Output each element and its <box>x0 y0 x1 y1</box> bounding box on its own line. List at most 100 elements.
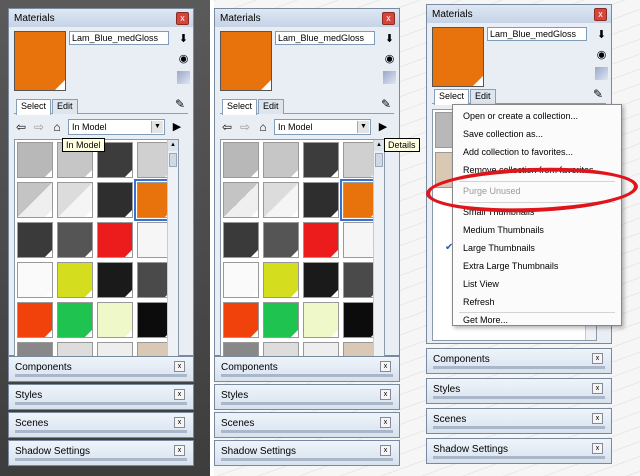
tray-toggle-icon[interactable]: x <box>174 445 185 456</box>
scroll-thumb[interactable] <box>169 153 177 167</box>
menu-item-refresh[interactable]: Refresh <box>453 293 621 311</box>
tab-select[interactable]: Select <box>434 89 470 105</box>
forward-arrow-icon[interactable]: ⇨ <box>32 119 46 135</box>
material-swatch[interactable] <box>223 142 259 178</box>
home-icon[interactable]: ⌂ <box>256 119 270 135</box>
tray-scenes[interactable]: Scenes x <box>8 412 194 438</box>
eyedropper-icon[interactable]: ✎ <box>381 97 391 111</box>
tray-scenes[interactable]: Scenes x <box>426 408 612 434</box>
material-swatch[interactable] <box>303 302 339 338</box>
menu-item-save-collection[interactable]: Save collection as... <box>453 125 621 143</box>
tray-toggle-icon[interactable]: x <box>174 389 185 400</box>
tray-toggle-icon[interactable]: x <box>174 361 185 372</box>
tray-styles[interactable]: Styles x <box>214 384 400 410</box>
home-icon[interactable]: ⌂ <box>50 119 64 135</box>
tab-select[interactable]: Select <box>16 99 52 115</box>
material-swatch[interactable] <box>263 142 299 178</box>
material-swatch[interactable] <box>97 302 133 338</box>
material-swatch[interactable] <box>17 302 53 338</box>
menu-item-list-view[interactable]: List View <box>453 275 621 293</box>
tray-toggle-icon[interactable]: x <box>380 417 391 428</box>
material-swatch[interactable] <box>303 222 339 258</box>
material-swatch[interactable] <box>223 302 259 338</box>
tray-shadow-settings[interactable]: Shadow Settings x <box>426 438 612 464</box>
material-name-field[interactable]: Lam_Blue_medGloss <box>69 31 169 45</box>
tray-toggle-icon[interactable]: x <box>592 353 603 364</box>
details-arrow-icon[interactable]: ▶ <box>376 119 390 135</box>
tray-toggle-icon[interactable]: x <box>592 443 603 454</box>
material-swatch[interactable] <box>263 262 299 298</box>
menu-item-extra-large-thumbnails[interactable]: Extra Large Thumbnails <box>453 257 621 275</box>
tab-edit[interactable]: Edit <box>52 99 78 114</box>
collection-select[interactable]: In Model ▼ <box>274 119 371 135</box>
material-swatch[interactable] <box>57 222 93 258</box>
details-arrow-icon[interactable]: ▶ <box>170 119 184 135</box>
collection-select[interactable]: In Model ▼ <box>68 119 165 135</box>
close-button[interactable]: x <box>594 7 607 21</box>
sample-paint-icon[interactable] <box>595 67 608 80</box>
scroll-up-icon[interactable]: ▲ <box>168 140 178 151</box>
material-swatch[interactable] <box>263 182 299 218</box>
close-button[interactable]: x <box>382 11 395 25</box>
tab-select[interactable]: Select <box>222 99 258 115</box>
material-swatch[interactable] <box>223 182 259 218</box>
material-swatch[interactable] <box>223 222 259 258</box>
create-material-icon[interactable]: ⬇ <box>177 33 190 46</box>
back-arrow-icon[interactable]: ⇦ <box>220 119 234 135</box>
default-material-icon[interactable]: ◉ <box>383 53 396 66</box>
close-button[interactable]: x <box>176 11 189 25</box>
eyedropper-icon[interactable]: ✎ <box>593 87 603 101</box>
tray-toggle-icon[interactable]: x <box>592 413 603 424</box>
tray-styles[interactable]: Styles x <box>8 384 194 410</box>
tray-toggle-icon[interactable]: x <box>380 389 391 400</box>
menu-item-medium-thumbnails[interactable]: Medium Thumbnails <box>453 221 621 239</box>
material-swatch[interactable] <box>57 182 93 218</box>
material-swatch[interactable] <box>303 262 339 298</box>
default-material-icon[interactable]: ◉ <box>595 49 608 62</box>
tray-toggle-icon[interactable]: x <box>174 417 185 428</box>
tray-shadow-settings[interactable]: Shadow Settings x <box>214 440 400 466</box>
create-material-icon[interactable]: ⬇ <box>595 29 608 42</box>
material-swatch[interactable] <box>57 302 93 338</box>
sample-paint-icon[interactable] <box>177 71 190 84</box>
tray-toggle-icon[interactable]: x <box>380 445 391 456</box>
material-name-field[interactable]: Lam_Blue_medGloss <box>487 27 587 41</box>
scroll-up-icon[interactable]: ▲ <box>374 140 384 151</box>
material-swatch[interactable] <box>303 182 339 218</box>
material-swatch[interactable] <box>263 222 299 258</box>
grid-scrollbar[interactable]: ▲ <box>167 140 178 358</box>
material-swatch[interactable] <box>263 302 299 338</box>
material-swatch[interactable] <box>97 262 133 298</box>
tray-components[interactable]: Components x <box>8 356 194 382</box>
material-name-field[interactable]: Lam_Blue_medGloss <box>275 31 375 45</box>
tab-edit[interactable]: Edit <box>258 99 284 114</box>
material-swatch[interactable] <box>57 262 93 298</box>
tray-components[interactable]: Components x <box>214 356 400 382</box>
menu-item-large-thumbnails[interactable]: ✔ Large Thumbnails <box>445 239 621 257</box>
material-swatch[interactable] <box>17 142 53 178</box>
sample-paint-icon[interactable] <box>383 71 396 84</box>
forward-arrow-icon[interactable]: ⇨ <box>238 119 252 135</box>
material-swatch[interactable] <box>97 222 133 258</box>
material-swatch[interactable] <box>17 222 53 258</box>
material-swatch[interactable] <box>17 262 53 298</box>
menu-item-get-more[interactable]: Get More... <box>453 311 621 329</box>
material-swatch[interactable] <box>303 142 339 178</box>
menu-item-open-collection[interactable]: Open or create a collection... <box>453 107 621 125</box>
default-material-icon[interactable]: ◉ <box>177 53 190 66</box>
create-material-icon[interactable]: ⬇ <box>383 33 396 46</box>
grid-scrollbar[interactable]: ▲ <box>373 140 384 358</box>
menu-item-add-favorites[interactable]: Add collection to favorites... <box>453 143 621 161</box>
tray-scenes[interactable]: Scenes x <box>214 412 400 438</box>
eyedropper-icon[interactable]: ✎ <box>175 97 185 111</box>
tray-styles[interactable]: Styles x <box>426 378 612 404</box>
scroll-thumb[interactable] <box>375 153 383 167</box>
tab-edit[interactable]: Edit <box>470 89 496 104</box>
back-arrow-icon[interactable]: ⇦ <box>14 119 28 135</box>
material-swatch[interactable] <box>97 182 133 218</box>
tray-components[interactable]: Components x <box>426 348 612 374</box>
material-swatch[interactable] <box>223 262 259 298</box>
tray-toggle-icon[interactable]: x <box>592 383 603 394</box>
tray-shadow-settings[interactable]: Shadow Settings x <box>8 440 194 466</box>
tray-toggle-icon[interactable]: x <box>380 361 391 372</box>
